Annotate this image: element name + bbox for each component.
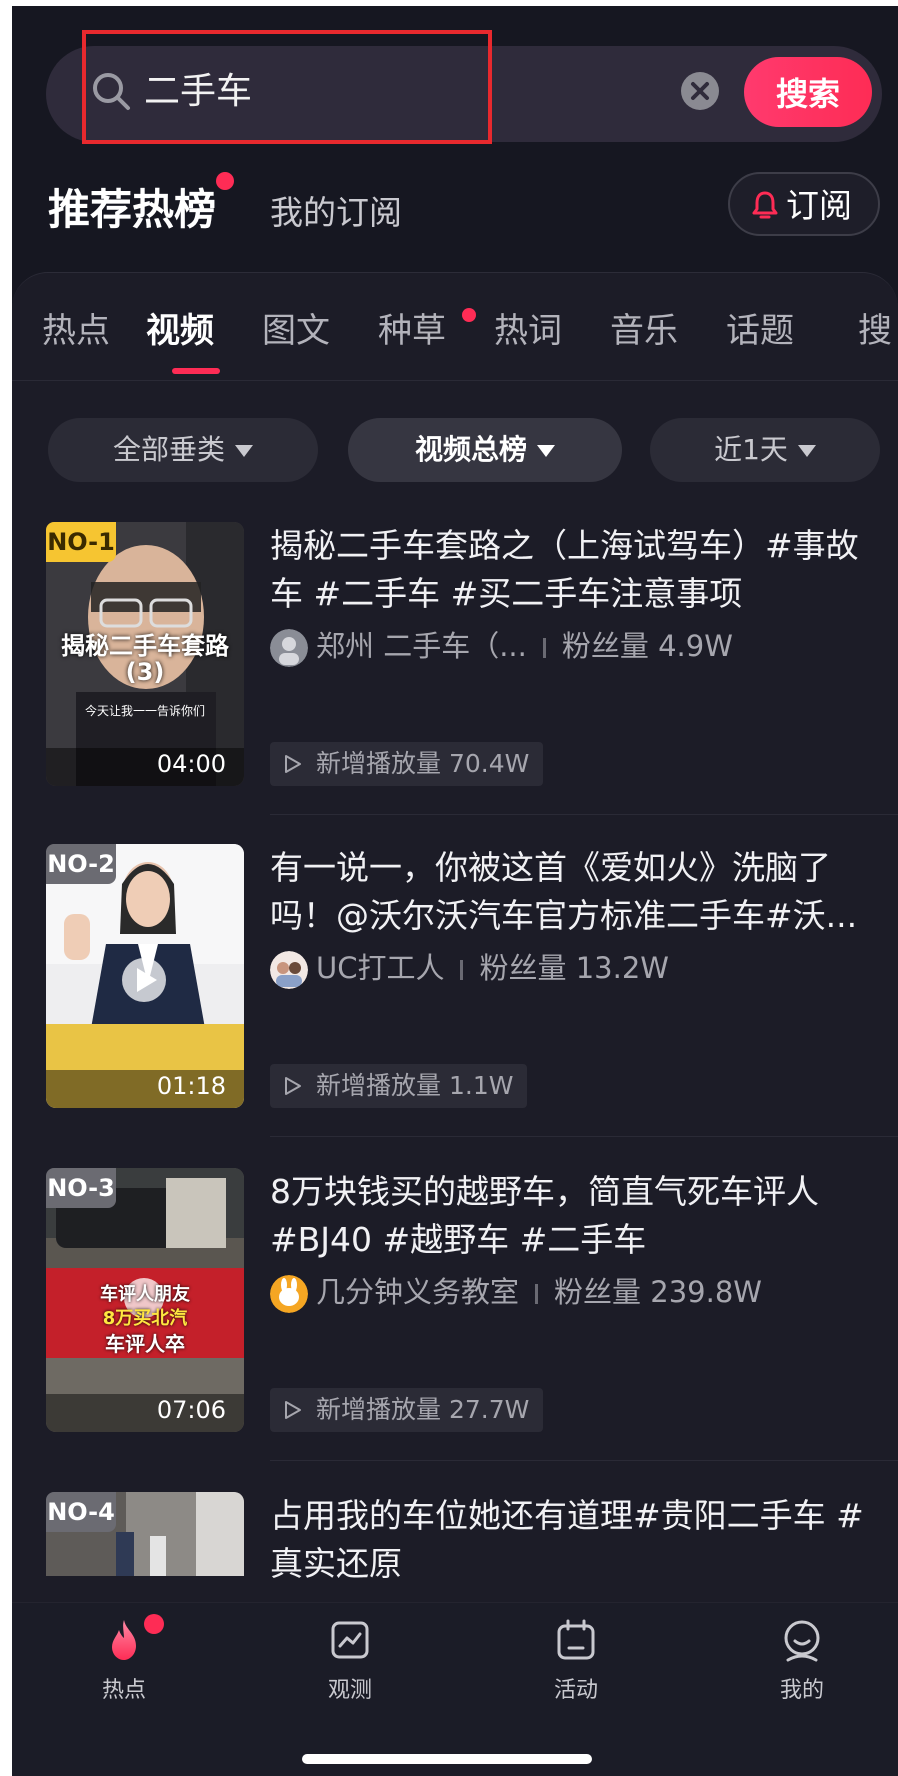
notification-dot: [144, 1614, 164, 1634]
home-indicator[interactable]: [302, 1754, 592, 1764]
thumbnail-caption-3: 今天让我一一告诉你们: [84, 704, 205, 718]
category-tab-video[interactable]: 视频: [146, 308, 214, 354]
filter-time-range[interactable]: 近1天: [650, 418, 880, 482]
plays-count: 27.7W: [448, 1395, 530, 1424]
chevron-down-icon: [797, 445, 816, 457]
play-icon: [285, 1077, 301, 1095]
bell-icon: [752, 191, 778, 219]
author-name: UC打工人: [316, 951, 445, 985]
video-title[interactable]: 8万块钱买的越野车，简直气死车评人#BJ40 #越野车 #二手车: [270, 1168, 888, 1264]
active-tab-indicator: [172, 368, 220, 374]
video-duration: 01:18: [156, 1072, 226, 1100]
author-name: 郑州 二手车（...: [316, 629, 527, 663]
category-tab-search[interactable]: 搜: [858, 308, 892, 354]
nav-label: 活动: [553, 1678, 598, 1703]
search-highlight-box: [82, 30, 492, 144]
separator: [535, 1284, 539, 1304]
rank-badge: NO-1: [46, 522, 116, 562]
search-button[interactable]: 搜索: [744, 57, 872, 127]
video-duration: 07:06: [156, 1396, 226, 1424]
nav-label: 我的: [779, 1678, 824, 1703]
category-tab-topics[interactable]: 话题: [726, 308, 794, 354]
category-tab-recommend[interactable]: 种草: [378, 308, 446, 354]
plays-badge: 新增播放量 27.7W: [270, 1388, 544, 1432]
play-icon: [285, 1401, 301, 1419]
category-tab-image-text[interactable]: 图文: [262, 308, 330, 354]
play-icon: [285, 755, 301, 773]
tab-my-subscriptions[interactable]: 我的订阅: [270, 190, 402, 236]
filter-category[interactable]: 全部垂类: [48, 418, 318, 482]
avatar: [270, 629, 308, 667]
author-name: 几分钟义务教室: [316, 1275, 520, 1309]
divider: [12, 380, 898, 381]
fans-label: 粉丝量: [561, 629, 649, 663]
nav-item-hot[interactable]: 热点: [64, 1616, 184, 1704]
filter-ranking-label: 视频总榜: [414, 433, 527, 466]
item-divider: [270, 1460, 898, 1461]
plays-badge: 新增播放量 70.4W: [270, 742, 544, 786]
plays-label: 新增播放量: [316, 749, 442, 778]
category-tab-music[interactable]: 音乐: [610, 308, 678, 354]
fans-count: 13.2W: [575, 951, 669, 985]
chart-icon: [331, 1621, 369, 1659]
tab-hot-list[interactable]: 推荐热榜: [48, 182, 216, 238]
thumbnail-caption-2: 8万买北汽: [102, 1308, 188, 1329]
video-title[interactable]: 揭秘二手车套路之（上海试驾车）#事故车 #二手车 #买二手车注意事项: [270, 522, 888, 618]
filter-ranking[interactable]: 视频总榜: [348, 418, 622, 482]
avatar: [270, 1275, 308, 1313]
chevron-down-icon: [537, 445, 555, 457]
separator: [460, 960, 464, 980]
category-notification-dot: [462, 308, 476, 322]
plays-label: 新增播放量: [316, 1071, 442, 1100]
nav-item-me[interactable]: 我的: [742, 1616, 862, 1704]
avatar: [270, 951, 308, 989]
notification-dot: [216, 172, 234, 190]
fans-label: 粉丝量: [554, 1275, 642, 1309]
author-row[interactable]: 郑州 二手车（... 粉丝量 4.9W: [270, 626, 733, 667]
item-divider: [270, 1136, 898, 1137]
separator: [542, 638, 546, 658]
author-row[interactable]: UC打工人 粉丝量 13.2W: [270, 948, 669, 989]
rank-badge: NO-2: [46, 844, 116, 884]
nav-label: 观测: [327, 1678, 372, 1703]
thumbnail-caption: 车评人朋友: [100, 1284, 190, 1305]
app-screen: 二手车 搜索 推荐热榜 我的订阅 订阅 热点 视频 图文 种草 热词 音乐 话题…: [12, 6, 898, 1776]
flame-icon: [112, 1620, 136, 1660]
rank-badge: NO-4: [46, 1492, 116, 1532]
filter-time-label: 近1天: [714, 433, 788, 466]
category-tab-hot[interactable]: 热点: [42, 308, 110, 354]
video-title[interactable]: 有一说一，你被这首《爱如火》洗脑了吗！@沃尔沃汽车官方标准二手车#沃...: [270, 844, 888, 940]
profile-icon: [784, 1620, 820, 1662]
plays-badge: 新增播放量 1.1W: [270, 1064, 528, 1108]
video-title[interactable]: 占用我的车位她还有道理#贵阳二手车 #真实还原: [270, 1492, 888, 1588]
thumbnail-caption-2: (3): [125, 658, 165, 686]
fans-count: 239.8W: [650, 1275, 762, 1309]
nav-item-observe[interactable]: 观测: [290, 1616, 410, 1704]
subscribe-label: 订阅: [786, 186, 852, 225]
clear-icon[interactable]: [680, 71, 720, 111]
author-row[interactable]: 几分钟义务教室 粉丝量 239.8W: [270, 1272, 762, 1313]
item-divider: [270, 814, 898, 815]
chevron-down-icon: [235, 445, 253, 457]
plays-count: 70.4W: [448, 749, 530, 778]
category-tab-hot-words[interactable]: 热词: [494, 308, 562, 354]
nav-label: 热点: [101, 1678, 146, 1703]
thumbnail-caption-3: 车评人卒: [105, 1332, 185, 1356]
thumbnail-caption: 揭秘二手车套路: [61, 632, 229, 660]
video-duration: 04:00: [156, 750, 226, 778]
nav-item-activity[interactable]: 活动: [516, 1616, 636, 1704]
fans-label: 粉丝量: [479, 951, 567, 985]
fans-count: 4.9W: [658, 629, 733, 663]
calendar-icon: [557, 1619, 595, 1660]
filter-category-label: 全部垂类: [112, 433, 225, 466]
plays-count: 1.1W: [448, 1071, 514, 1100]
rank-badge: NO-3: [46, 1168, 116, 1208]
plays-label: 新增播放量: [316, 1395, 442, 1424]
